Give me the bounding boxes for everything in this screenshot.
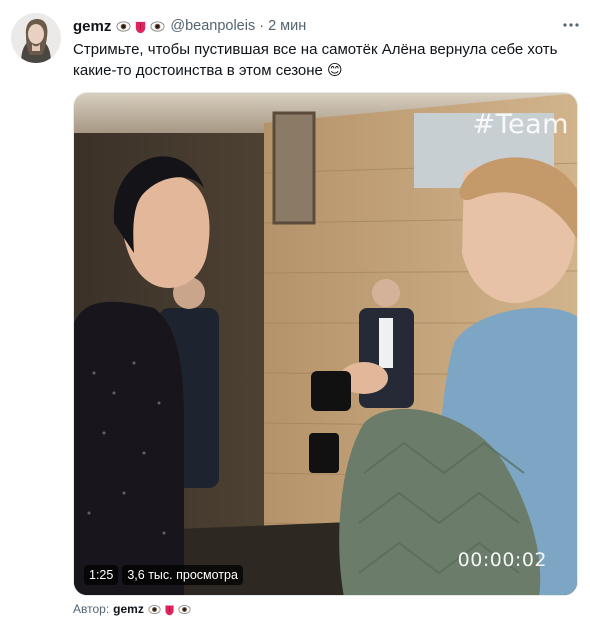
eye-emoji-icon [150, 20, 165, 32]
avatar-image [11, 13, 61, 63]
more-dots-icon [563, 23, 579, 27]
video-player[interactable]: #Team 00:00:02 1:25 3,6 тыс. просмотра [73, 92, 578, 596]
tongue-emoji-icon [165, 604, 174, 615]
video-frame [74, 93, 577, 595]
author-name[interactable]: gemz [73, 18, 111, 35]
more-options-button[interactable] [561, 15, 581, 35]
separator-dot: · [259, 18, 265, 34]
video-timecode: 00:00:02 [457, 549, 547, 571]
tweet: gemz @beanpoleis · 2 мин Стримьте, чтобы… [0, 0, 590, 626]
tweet-time[interactable]: 2 мин [268, 18, 306, 34]
attribution-emojis [148, 603, 191, 616]
tweet-header: gemz @beanpoleis · 2 мин [73, 16, 306, 36]
attribution-label: Автор: [73, 602, 110, 616]
attribution-name[interactable]: gemz [113, 602, 144, 616]
eye-emoji-icon [178, 604, 191, 614]
eye-emoji-icon [116, 20, 131, 32]
video-badges: 1:25 3,6 тыс. просмотра [84, 565, 243, 585]
video-views: 3,6 тыс. просмотра [122, 565, 243, 585]
video-duration: 1:25 [84, 565, 119, 585]
author-emojis [116, 19, 165, 34]
video-overlay-tag: #Team [472, 109, 569, 140]
tweet-text: Стримьте, чтобы пустившая все на самотёк… [73, 41, 558, 79]
avatar[interactable] [11, 13, 61, 63]
eye-emoji-icon [148, 604, 161, 614]
media-attribution: Автор: gemz [73, 600, 191, 618]
author-handle[interactable]: @beanpoleis [170, 18, 255, 34]
tongue-emoji-icon [136, 21, 146, 33]
